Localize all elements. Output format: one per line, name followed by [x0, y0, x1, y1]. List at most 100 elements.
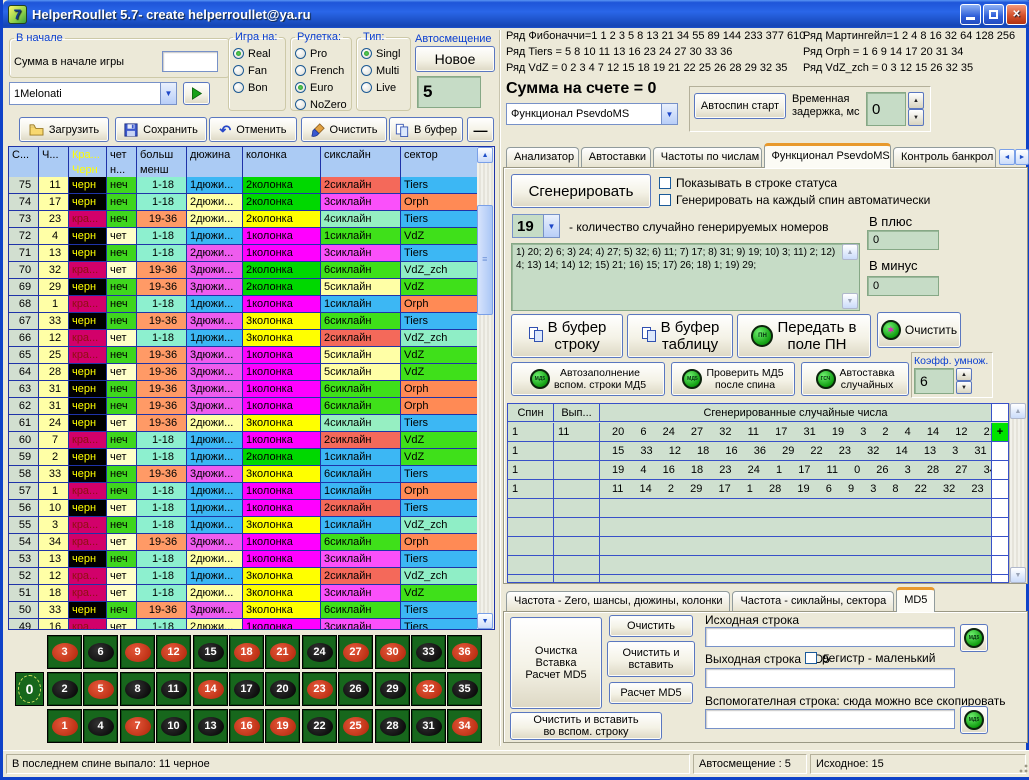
column-header[interactable]: менш: [137, 162, 187, 177]
radio-nozero[interactable]: NoZero: [295, 96, 347, 113]
tab-scroll-right-icon[interactable]: ►: [1015, 149, 1029, 165]
board-cell-33[interactable]: 33: [411, 635, 446, 669]
tab-5[interactable]: Контроль банкрол: [893, 147, 996, 168]
column-header[interactable]: С...: [9, 147, 39, 162]
table-row[interactable]: 4916кра...чет1-182дюжи...1колонка3сиклай…: [9, 619, 477, 629]
md5-stack-button[interactable]: Очистка Вставка Расчет MD5: [510, 617, 602, 709]
md5-clear-button[interactable]: Очистить: [609, 615, 693, 637]
table-row[interactable]: 607кра...неч1-181дюжи...1колонка2сиклайн…: [9, 432, 477, 449]
md5-clear-paste-button[interactable]: Очистить и вставить: [607, 641, 695, 677]
table-row[interactable]: 571кра...неч1-181дюжи...1колонка1сиклайн…: [9, 483, 477, 500]
board-cell-24[interactable]: 24: [302, 635, 337, 669]
radio-icon[interactable]: [233, 82, 244, 93]
column-header[interactable]: колонка: [243, 147, 321, 162]
column-header[interactable]: Ч...: [39, 147, 69, 162]
toolbar-button-4[interactable]: Очистить: [301, 117, 387, 142]
table-row[interactable]: 6124чернчет19-362дюжи...3колонка4сиклайн…: [9, 415, 477, 432]
column-header[interactable]: сектор: [401, 147, 477, 162]
table-row[interactable]: 553кра...неч1-181дюжи...3колонка1сиклайн…: [9, 517, 477, 534]
board-cell-35[interactable]: 35: [447, 672, 482, 706]
md5-output-input[interactable]: [705, 668, 955, 688]
clear-generated-button[interactable]: ✶ Очистить: [877, 312, 961, 348]
table-row[interactable]: 724чернчет1-181дюжи...1колонка1сиклайнVd…: [9, 228, 477, 245]
tab-scroll-left-icon[interactable]: ◄: [999, 149, 1015, 165]
play-button[interactable]: [183, 82, 210, 105]
column-header[interactable]: чет: [107, 147, 137, 162]
scroll-down-icon[interactable]: ▼: [842, 293, 858, 309]
board-cell-2[interactable]: 2: [47, 672, 82, 706]
step-down-icon[interactable]: ▼: [956, 381, 972, 394]
radio-singl[interactable]: Singl: [361, 45, 406, 62]
spin-table-row[interactable]: 115 33 12 18 16 36 29 22 23 32 14 13 3 3…: [508, 442, 1008, 461]
bottom-tab-1[interactable]: Частота - Zero, шансы, дюжины, колонки: [506, 591, 730, 612]
scroll-up-icon[interactable]: ▲: [1010, 403, 1026, 419]
radio-icon[interactable]: [295, 48, 306, 59]
spin-table-row[interactable]: 119 4 16 18 23 24 1 17 11 0 26 3 28 27 3…: [508, 461, 1008, 480]
board-cell-28[interactable]: 28: [375, 709, 410, 743]
tab-4[interactable]: Функционал PsevdoMS: [764, 143, 891, 168]
column-header[interactable]: [9, 162, 39, 177]
board-cell-11[interactable]: 11: [156, 672, 191, 706]
radio-icon[interactable]: [361, 82, 372, 93]
table-row[interactable]: 5313черннеч1-182дюжи...1колонка3сиклайнT…: [9, 551, 477, 568]
md5-calc-button[interactable]: Расчет MD5: [609, 682, 693, 704]
table-row[interactable]: 7323кра...неч19-362дюжи...2колонка4сикла…: [9, 211, 477, 228]
board-cell-16[interactable]: 16: [229, 709, 264, 743]
board-cell-12[interactable]: 12: [156, 635, 191, 669]
column-header[interactable]: [187, 162, 243, 177]
radio-icon[interactable]: [233, 65, 244, 76]
board-cell-5[interactable]: 5: [83, 672, 118, 706]
radio-fan[interactable]: Fan: [233, 62, 281, 79]
delay-stepper[interactable]: ▲ ▼: [908, 92, 924, 126]
tab-1[interactable]: Анализатор: [506, 147, 579, 168]
board-cell-20[interactable]: 20: [265, 672, 300, 706]
board-cell-3[interactable]: 3: [47, 635, 82, 669]
generate-button[interactable]: Сгенерировать: [511, 174, 651, 208]
md5-run-source-button[interactable]: МД5: [960, 624, 988, 652]
transfer-pn-button[interactable]: ПН Передать вполе ПН: [737, 314, 871, 358]
table-row[interactable]: 7511черннеч1-181дюжи...2колонка2сиклайнT…: [9, 177, 477, 194]
radio-icon[interactable]: [361, 65, 372, 76]
spin-table-row[interactable]: 11120 6 24 27 32 11 17 31 19 3 2 4 14 12…: [508, 423, 1008, 442]
board-cell-8[interactable]: 8: [120, 672, 155, 706]
md5-source-input[interactable]: [705, 627, 955, 647]
board-cell-4[interactable]: 4: [83, 709, 118, 743]
tab-3[interactable]: Частоты по числам: [653, 147, 762, 168]
step-up-icon[interactable]: ▲: [956, 368, 972, 381]
radio-real[interactable]: Real: [233, 45, 281, 62]
table-row[interactable]: 6612кра...чет1-181дюжи...3колонка2сиклай…: [9, 330, 477, 347]
column-header[interactable]: [321, 162, 401, 177]
table-row[interactable]: 5033черннеч19-363дюжи...3колонка6сиклайн…: [9, 602, 477, 619]
checkbox-show-status[interactable]: Показывать в строке статуса: [659, 176, 837, 190]
column-header[interactable]: больш: [137, 147, 187, 162]
board-cell-18[interactable]: 18: [229, 635, 264, 669]
column-header[interactable]: сикслайн: [321, 147, 401, 162]
chevron-down-icon[interactable]: ▼: [543, 215, 559, 237]
autospin-start-button[interactable]: Автоспин старт: [694, 93, 786, 119]
bottom-tab-3[interactable]: MD5: [896, 587, 935, 612]
column-header[interactable]: Кра...: [69, 147, 107, 162]
toolbar-button-2[interactable]: Сохранить: [115, 117, 207, 142]
board-cell-21[interactable]: 21: [265, 635, 300, 669]
bottom-tab-2[interactable]: Частота - сиклайны, сектора: [732, 591, 894, 612]
radio-icon[interactable]: [295, 99, 306, 110]
radio-multi[interactable]: Multi: [361, 62, 406, 79]
table-row[interactable]: 6231черннеч19-363дюжи...1колонка6сиклайн…: [9, 398, 477, 415]
table-row[interactable]: 5212кра...чет1-181дюжи...3колонка2сиклай…: [9, 568, 477, 585]
minus-value[interactable]: 0: [867, 276, 939, 296]
table-row[interactable]: 6525кра...неч19-363дюжи...1колонка5сикла…: [9, 347, 477, 364]
spin-table-scrollbar[interactable]: ▲ ▼: [1009, 403, 1026, 583]
board-cell-6[interactable]: 6: [83, 635, 118, 669]
radio-euro[interactable]: Euro: [295, 79, 347, 96]
checkbox-icon[interactable]: [659, 177, 671, 189]
radio-french[interactable]: French: [295, 62, 347, 79]
profile-combo[interactable]: 1Melonati ▼: [9, 82, 177, 105]
start-sum-input[interactable]: [162, 51, 218, 72]
count-combo[interactable]: 19 ▼: [512, 214, 560, 238]
board-cell-17[interactable]: 17: [229, 672, 264, 706]
board-cell-15[interactable]: 15: [193, 635, 228, 669]
scroll-down-icon[interactable]: ▼: [1010, 567, 1026, 583]
radio-live[interactable]: Live: [361, 79, 406, 96]
close-button[interactable]: ✕: [1006, 4, 1027, 25]
board-cell-1[interactable]: 1: [47, 709, 82, 743]
